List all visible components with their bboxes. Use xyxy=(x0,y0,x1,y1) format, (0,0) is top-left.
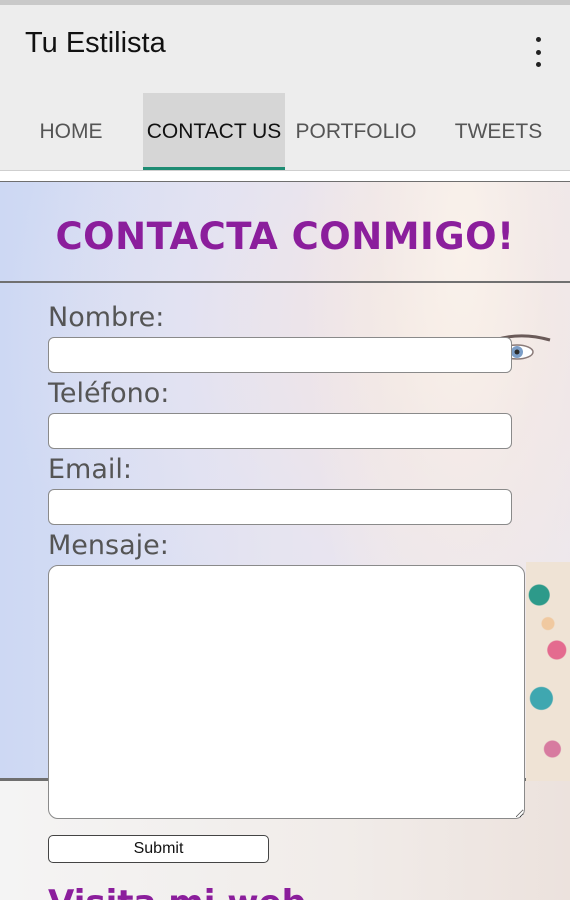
phone-input[interactable] xyxy=(48,413,512,449)
webview-content[interactable]: CONTACTA CONMIGO! Nombre: Teléfono: Emai… xyxy=(0,171,570,900)
email-label: Email: xyxy=(48,454,133,485)
menu-dot xyxy=(535,37,541,42)
message-textarea[interactable] xyxy=(48,565,525,819)
tab-tweets[interactable]: TWEETS xyxy=(427,93,570,170)
submit-button[interactable]: Submit xyxy=(48,835,269,863)
message-label: Mensaje: xyxy=(48,530,169,561)
tab-bar: HOME CONTACT US PORTFOLIO TWEETS xyxy=(0,93,570,171)
contact-form: Nombre: Teléfono: Email: Mensaje: Submit xyxy=(48,301,528,863)
heading-band: CONTACTA CONMIGO! xyxy=(0,183,570,283)
contact-heading: CONTACTA CONMIGO! xyxy=(55,215,515,258)
tab-portfolio[interactable]: PORTFOLIO xyxy=(285,93,427,170)
visit-web-heading: Visita mi web xyxy=(48,883,306,900)
tab-home[interactable]: HOME xyxy=(0,93,142,170)
name-label: Nombre: xyxy=(48,302,165,333)
menu-dot xyxy=(535,62,541,67)
phone-label: Teléfono: xyxy=(48,378,170,409)
email-input[interactable] xyxy=(48,489,512,525)
tab-contact-us[interactable]: CONTACT US xyxy=(143,93,285,170)
app-title: Tu Estilista xyxy=(25,27,166,59)
floral-pattern-image xyxy=(526,562,570,782)
app-bar: Tu Estilista xyxy=(0,5,570,93)
name-input[interactable] xyxy=(48,337,512,373)
menu-dot xyxy=(535,49,541,55)
more-vert-icon[interactable] xyxy=(525,35,551,69)
